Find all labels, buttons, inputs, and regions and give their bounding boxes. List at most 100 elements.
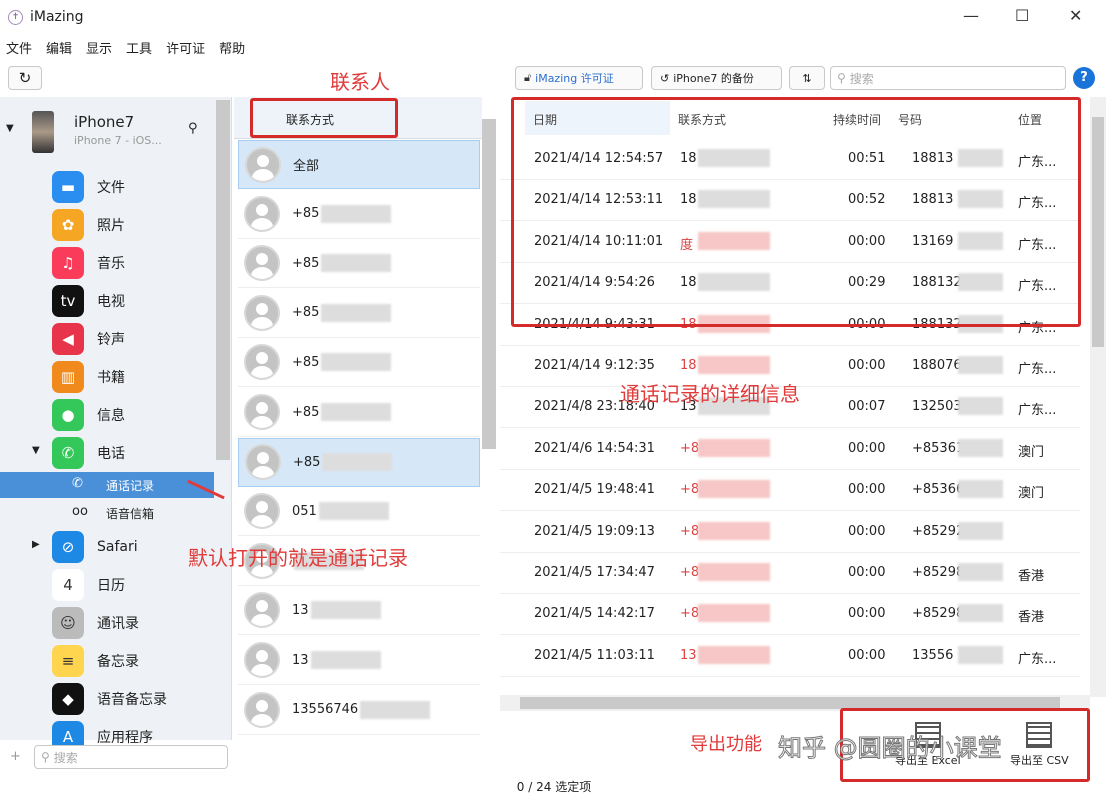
sidebar-search-input[interactable]: ⚲搜索	[34, 745, 228, 769]
sidebar-subitem[interactable]: ✆通话记录	[0, 472, 214, 498]
backup-label: iPhone7 的备份	[673, 70, 754, 86]
device-name: iPhone7	[74, 113, 134, 131]
menu-item[interactable]: 帮助	[219, 38, 245, 57]
search-placeholder: 搜索	[54, 749, 78, 766]
expand-right-icon[interactable]: ▶	[32, 539, 40, 550]
search-icon: ⚲	[837, 71, 846, 85]
contacts-scrollbar[interactable]	[482, 119, 496, 449]
sidebar-item[interactable]: 4日历	[0, 566, 214, 604]
contact-row[interactable]: +85	[238, 190, 480, 239]
table-vertical-scrollbar[interactable]	[1090, 97, 1106, 697]
app-icon: ▬	[52, 171, 84, 203]
contact-label: 13	[292, 603, 309, 618]
search-placeholder: 搜索	[850, 70, 874, 87]
sidebar-item[interactable]: ✿照片	[0, 206, 214, 244]
sidebar-item[interactable]: ▬ 文件	[0, 168, 214, 206]
call-row[interactable]: 2021/4/5 19:48:41+800:00+853661澳门	[500, 470, 1080, 511]
call-row[interactable]: 2021/4/6 14:54:31+800:00+853610澳门	[500, 429, 1080, 470]
cell-duration: 00:00	[848, 606, 885, 621]
app-icon: ✆	[52, 437, 84, 469]
refresh-button[interactable]: ↻	[8, 66, 42, 90]
sidebar-subitem-label: 语音信箱	[106, 505, 154, 522]
call-row[interactable]: 2021/4/5 11:03:1113 76580000:0013556广东..…	[500, 636, 1080, 677]
sidebar-scrollbar[interactable]	[216, 100, 230, 460]
sidebar-item[interactable]: ≡备忘录	[0, 642, 214, 680]
contact-row[interactable]: 13556746	[238, 686, 480, 735]
sidebar-item[interactable]: ♫ 音乐	[0, 244, 214, 282]
app-icon: ◆	[52, 683, 84, 715]
cell-contact: +8	[680, 606, 699, 621]
avatar-icon	[244, 642, 280, 678]
toolbar-search-input[interactable]: ⚲ 搜索	[830, 66, 1066, 90]
contact-label: 13556746	[292, 702, 358, 717]
add-button[interactable]: +	[10, 749, 21, 764]
sidebar-item[interactable]: ⊘▶Safari	[0, 528, 214, 566]
app-icon: ☺	[52, 607, 84, 639]
contact-row[interactable]: +85	[238, 239, 480, 288]
cell-location: 澳门	[1018, 482, 1044, 501]
sidebar-item[interactable]: ◀铃声	[0, 320, 214, 358]
sidebar-item[interactable]: ☺通讯录	[0, 604, 214, 642]
cell-number: +85298	[912, 565, 964, 580]
call-row[interactable]: 2021/4/5 17:34:47+800:00+85298香港	[500, 553, 1080, 594]
sidebar-item[interactable]: ✆▼电话	[0, 434, 214, 472]
contact-row[interactable]: 13	[238, 636, 480, 685]
sidebar-item[interactable]: ●信息	[0, 396, 214, 434]
contact-row[interactable]: 全部	[238, 140, 480, 189]
app-icon: ◀	[52, 323, 84, 355]
contact-label: +85	[292, 405, 319, 420]
maximize-button[interactable]: ☐	[1015, 6, 1029, 25]
cell-duration: 00:07	[848, 399, 885, 414]
cell-duration: 00:00	[848, 524, 885, 539]
collapse-arrow-icon[interactable]: ▼	[6, 123, 14, 134]
menu-item[interactable]: 编辑	[46, 38, 72, 57]
redacted	[698, 522, 770, 540]
avatar-icon	[244, 394, 280, 430]
sidebar-item[interactable]: ◆语音备忘录	[0, 680, 214, 718]
menu-item[interactable]: 工具	[126, 38, 152, 57]
menu-item[interactable]: 文件	[6, 38, 32, 57]
contact-label: +85	[292, 355, 319, 370]
lock-icon: 🔓︎	[524, 71, 531, 85]
sidebar-item[interactable]: ▥书籍	[0, 358, 214, 396]
contact-row[interactable]: 051	[238, 487, 480, 536]
sidebar-item-label: 日历	[97, 575, 125, 595]
contact-row[interactable]: +85	[238, 289, 480, 338]
menu-item[interactable]: 显示	[86, 38, 112, 57]
redacted	[698, 563, 770, 581]
cell-number: +85298	[912, 606, 964, 621]
app-icon: ▥	[52, 361, 84, 393]
help-button[interactable]: ?	[1073, 67, 1095, 89]
call-row[interactable]: 2021/4/5 19:09:13+800:00+852928	[500, 512, 1080, 553]
sidebar-item[interactable]: tv电视	[0, 282, 214, 320]
sort-button[interactable]: ⇅	[789, 66, 825, 90]
cell-duration: 00:00	[848, 358, 885, 373]
contact-row[interactable]: 13	[238, 586, 480, 635]
menu-bar: 文件编辑显示工具许可证帮助	[6, 38, 245, 57]
contact-row[interactable]: +85	[238, 338, 480, 387]
contact-row[interactable]: +85	[238, 438, 480, 487]
sidebar-item-label: 文件	[97, 177, 125, 197]
annotation-contacts: 联系人	[330, 66, 390, 95]
app-icon: ⊘	[52, 531, 84, 563]
cell-date: 2021/4/14 9:12:35	[534, 358, 655, 373]
redacted	[958, 522, 1003, 540]
avatar-icon	[245, 444, 281, 480]
license-button[interactable]: 🔓︎iMazing 许可证	[515, 66, 643, 90]
expand-down-icon[interactable]: ▼	[32, 445, 40, 456]
contact-row[interactable]: +85	[238, 388, 480, 437]
minimize-button[interactable]: —	[963, 6, 979, 25]
close-button[interactable]: ✕	[1069, 6, 1082, 25]
sidebar-subitem[interactable]: oo语音信箱	[0, 500, 214, 526]
call-row[interactable]: 2021/4/5 14:42:17+800:00+85298香港	[500, 594, 1080, 635]
cell-number: 13556	[912, 648, 953, 663]
menu-item[interactable]: 许可证	[166, 38, 205, 57]
redacted	[698, 646, 770, 664]
redacted	[321, 353, 391, 371]
annotation-details: 通话记录的详细信息	[620, 378, 800, 407]
cell-location: 澳门	[1018, 441, 1044, 460]
cell-duration: 00:00	[848, 648, 885, 663]
app-icon: ♫	[52, 247, 84, 279]
backup-button[interactable]: ↺iPhone7 的备份	[651, 66, 782, 90]
sidebar-item-label: 音乐	[97, 253, 125, 273]
